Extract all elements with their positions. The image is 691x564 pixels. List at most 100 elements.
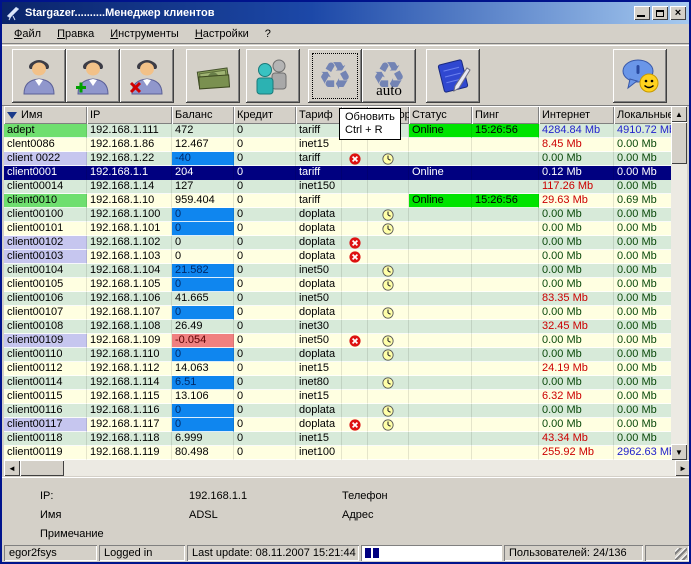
table-row[interactable]: client00119192.168.1.11980.4980inet10025… xyxy=(4,446,672,460)
table-row[interactable]: client00118192.168.1.1186.9990inet1543.3… xyxy=(4,432,672,446)
column-label: Тариф xyxy=(299,107,333,124)
cell-ping xyxy=(472,348,539,362)
table-row[interactable]: client00117192.168.1.11700doplata0.00 Mb… xyxy=(4,418,672,432)
table-row[interactable]: client00105192.168.1.10500doplata0.00 Mb… xyxy=(4,278,672,292)
user-info-button[interactable] xyxy=(12,49,66,103)
delete-user-button[interactable] xyxy=(120,49,174,103)
table-row[interactable]: client00106192.168.1.10641.6650inet5083.… xyxy=(4,292,672,306)
cell-disabled xyxy=(342,138,368,152)
table-row[interactable]: client0001192.168.1.12040tariffOnline0.1… xyxy=(4,166,672,180)
column-header-internet[interactable]: Интернет xyxy=(539,106,614,124)
cell-name: client0010 xyxy=(4,194,87,208)
column-header-credit[interactable]: Кредит xyxy=(234,106,296,124)
table-row[interactable]: client00112192.168.1.11214.0630inet1524.… xyxy=(4,362,672,376)
frozen-clock-icon xyxy=(382,377,394,389)
cell-internet: 0.00 Mb xyxy=(539,334,614,348)
payment-button[interactable] xyxy=(186,49,240,103)
table-row[interactable]: client 0022192.168.1.22-400tariff0.00 Mb… xyxy=(4,152,672,166)
table-row[interactable]: client00115192.168.1.11513.1060inet156.3… xyxy=(4,390,672,404)
cell-ip: 192.168.1.119 xyxy=(87,446,172,460)
cell-status xyxy=(409,264,472,278)
table-row[interactable]: client00107192.168.1.10700doplata0.00 Mb… xyxy=(4,306,672,320)
cell-ping xyxy=(472,208,539,222)
cell-credit: 0 xyxy=(234,362,296,376)
cell-balance: 0 xyxy=(172,348,234,362)
table-row[interactable]: client00014192.168.1.141270inet150117.26… xyxy=(4,180,672,194)
minimize-button[interactable] xyxy=(634,6,650,20)
menu-item-file[interactable]: Файл xyxy=(6,26,49,42)
column-header-balance[interactable]: Баланс xyxy=(172,106,234,124)
users-group-button[interactable] xyxy=(246,49,300,103)
table-row[interactable]: client00114192.168.1.1146.510inet800.00 … xyxy=(4,376,672,390)
cell-name: client00119 xyxy=(4,446,87,460)
smiley-face xyxy=(640,74,658,92)
cell-ip: 192.168.1.105 xyxy=(87,278,172,292)
table-row[interactable]: client00102192.168.1.10200doplata0.00 Mb… xyxy=(4,236,672,250)
table-row[interactable]: client00104192.168.1.10421.5820inet500.0… xyxy=(4,264,672,278)
table-row[interactable]: client00100192.168.1.10000doplata0.00 Mb… xyxy=(4,208,672,222)
detail-ip-value: 192.168.1.1 xyxy=(189,490,247,502)
cell-credit: 0 xyxy=(234,208,296,222)
table-row[interactable]: client00116192.168.1.11600doplata0.00 Mb… xyxy=(4,404,672,418)
column-header-ip[interactable]: IP xyxy=(87,106,172,124)
horizontal-scrollbar[interactable]: ◄ ► xyxy=(4,460,691,476)
frozen-clock-icon xyxy=(382,335,394,347)
cell-internet: 0.00 Mb xyxy=(539,208,614,222)
cell-local: 0.69 Mb xyxy=(614,194,673,208)
menu-item-tools[interactable]: Инструменты xyxy=(102,26,187,42)
table-row[interactable]: client0010192.168.1.10959.4040tariffOnli… xyxy=(4,194,672,208)
cell-internet: 83.35 Mb xyxy=(539,292,614,306)
cell-name: client00118 xyxy=(4,432,87,446)
cell-ip: 192.168.1.118 xyxy=(87,432,172,446)
table-row[interactable]: client00109192.168.1.109-0.0540inet500.0… xyxy=(4,334,672,348)
menu-item-settings[interactable]: Настройки xyxy=(187,26,257,42)
cell-balance: 12.467 xyxy=(172,138,234,152)
cell-frozen xyxy=(368,292,409,306)
vertical-scroll-thumb[interactable] xyxy=(671,122,687,164)
scroll-down-button[interactable]: ▼ xyxy=(671,444,687,460)
table-row[interactable]: client00108192.168.1.10826.490inet3032.4… xyxy=(4,320,672,334)
scroll-up-button[interactable]: ▲ xyxy=(671,106,687,122)
cell-credit: 0 xyxy=(234,418,296,432)
cell-ping xyxy=(472,306,539,320)
table-row[interactable]: clent0086192.168.1.8612.4670inet158.45 M… xyxy=(4,138,672,152)
auto-refresh-button[interactable]: ♻auto xyxy=(362,49,416,103)
column-header-name[interactable]: Имя xyxy=(4,106,87,124)
cell-name: client00117 xyxy=(4,418,87,432)
close-button[interactable]: × xyxy=(670,6,686,20)
table-row[interactable]: client00101192.168.1.10100doplata0.00 Mb… xyxy=(4,222,672,236)
cell-tariff: inet50 xyxy=(296,264,342,278)
column-header-local[interactable]: Локальные р xyxy=(614,106,673,124)
refresh-button[interactable]: ♻ xyxy=(308,49,362,103)
maximize-button[interactable] xyxy=(652,6,668,20)
message-button[interactable] xyxy=(613,49,667,103)
menu-item-help[interactable]: ? xyxy=(257,26,279,42)
cell-frozen xyxy=(368,208,409,222)
column-header-ping[interactable]: Пинг xyxy=(472,106,539,124)
scroll-left-button[interactable]: ◄ xyxy=(4,460,20,476)
cell-disabled xyxy=(342,348,368,362)
horizontal-scroll-thumb[interactable] xyxy=(20,460,64,476)
cell-ip: 192.168.1.115 xyxy=(87,390,172,404)
vertical-scrollbar[interactable]: ▲ ▼ xyxy=(671,106,687,460)
scroll-right-button[interactable]: ► xyxy=(675,460,691,476)
cell-ip: 192.168.1.116 xyxy=(87,404,172,418)
resize-grip[interactable] xyxy=(675,548,687,560)
column-header-status[interactable]: Статус xyxy=(409,106,472,124)
table-row[interactable]: client00110192.168.1.11000doplata0.00 Mb… xyxy=(4,348,672,362)
column-header-tariff[interactable]: Тариф xyxy=(296,106,342,124)
frozen-clock-icon xyxy=(382,307,394,319)
disabled-x-icon xyxy=(349,251,361,263)
column-label: Кредит xyxy=(237,107,273,124)
table-row[interactable]: client00103192.168.1.10300doplata0.00 Mb… xyxy=(4,250,672,264)
add-user-button[interactable] xyxy=(66,49,120,103)
menu-item-edit[interactable]: Правка xyxy=(49,26,102,42)
cell-frozen xyxy=(368,334,409,348)
table-row[interactable]: adept192.168.1.1114720tariffOnline15:26:… xyxy=(4,124,672,138)
cell-internet: 32.45 Mb xyxy=(539,320,614,334)
cell-status xyxy=(409,306,472,320)
detail-note-label: Примечание xyxy=(40,528,104,540)
cell-disabled xyxy=(342,166,368,180)
focus-ring xyxy=(312,53,358,99)
notes-button[interactable] xyxy=(426,49,480,103)
